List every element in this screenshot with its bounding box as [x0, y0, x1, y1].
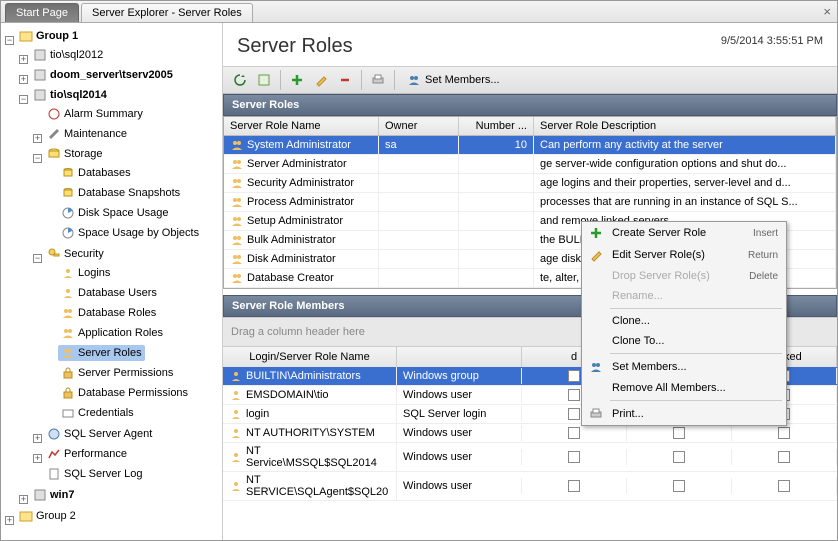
- expand-toggle[interactable]: −: [19, 95, 28, 104]
- tree-server[interactable]: tio\sql2012: [30, 47, 106, 63]
- checkbox[interactable]: [778, 480, 790, 492]
- role-icon: [230, 157, 244, 171]
- role-icon: [230, 138, 244, 152]
- ctx-clone[interactable]: Clone...: [582, 311, 786, 331]
- tree-server[interactable]: tio\sql2014: [30, 87, 110, 103]
- tree-group1[interactable]: Group 1: [16, 28, 81, 44]
- role-icon: [230, 195, 244, 209]
- tree-item[interactable]: Server Permissions: [58, 365, 176, 381]
- add-button[interactable]: [286, 69, 308, 91]
- tree-panel: −Group 1 +tio\sql2012 +doom_server\tserv…: [1, 23, 223, 540]
- checkbox[interactable]: [568, 408, 580, 420]
- table-row[interactable]: Server Administratorge server-wide confi…: [224, 155, 836, 174]
- table-row[interactable]: NT AUTHORITY\SYSTEMWindows user: [223, 424, 837, 443]
- col-header-desc[interactable]: Server Role Description: [534, 117, 836, 135]
- tree-security[interactable]: Security: [44, 246, 107, 262]
- close-icon[interactable]: ×: [823, 4, 831, 19]
- tree-storage[interactable]: Storage: [44, 146, 106, 162]
- checkbox[interactable]: [673, 427, 685, 439]
- expand-toggle[interactable]: +: [19, 75, 28, 84]
- expand-toggle[interactable]: +: [33, 434, 42, 443]
- set-members-button[interactable]: Set Members...: [400, 69, 507, 91]
- ctx-rename: Rename...: [582, 286, 786, 306]
- table-row[interactable]: NT Service\MSSQL$SQL2014Windows user: [223, 443, 837, 472]
- user-icon: [229, 388, 243, 402]
- tree-item[interactable]: Database Permissions: [58, 385, 191, 401]
- checkbox[interactable]: [568, 451, 580, 463]
- role-icon: [230, 271, 244, 285]
- tree-server[interactable]: win7: [30, 487, 77, 503]
- tree-item[interactable]: Logins: [58, 265, 113, 281]
- user-icon: [229, 407, 243, 421]
- print-button[interactable]: [367, 69, 389, 91]
- col-header-owner[interactable]: Owner: [379, 117, 459, 135]
- tree-agent[interactable]: SQL Server Agent: [44, 426, 155, 442]
- user-icon: [229, 479, 243, 493]
- user-icon: [229, 369, 243, 383]
- checkbox[interactable]: [568, 370, 580, 382]
- checkbox[interactable]: [778, 427, 790, 439]
- checkbox[interactable]: [568, 427, 580, 439]
- tree-item[interactable]: Application Roles: [58, 325, 166, 341]
- ctx-drop: Drop Server Role(s)Delete: [582, 266, 786, 286]
- col-header-number[interactable]: Number ...: [459, 117, 534, 135]
- tree-perf[interactable]: Performance: [44, 446, 130, 462]
- tree-group2[interactable]: Group 2: [16, 508, 79, 524]
- tree-item[interactable]: Database Users: [58, 285, 160, 301]
- tree-item[interactable]: Disk Space Usage: [58, 205, 172, 221]
- role-icon: [230, 233, 244, 247]
- table-row[interactable]: NT SERVICE\SQLAgent$SQL20Windows user: [223, 472, 837, 501]
- tab-server-explorer[interactable]: Server Explorer - Server Roles: [81, 3, 253, 22]
- tree-item[interactable]: Database Roles: [58, 305, 159, 321]
- export-button[interactable]: [253, 69, 275, 91]
- timestamp: 9/5/2014 3:55:51 PM: [721, 35, 823, 47]
- expand-toggle[interactable]: +: [19, 55, 28, 64]
- edit-button[interactable]: [310, 69, 332, 91]
- tree-alarm[interactable]: Alarm Summary: [44, 106, 146, 122]
- checkbox[interactable]: [568, 480, 580, 492]
- ctx-print[interactable]: Print...: [582, 403, 786, 425]
- checkbox[interactable]: [778, 451, 790, 463]
- col-header-name[interactable]: Server Role Name: [224, 117, 379, 135]
- delete-button[interactable]: [334, 69, 356, 91]
- table-row[interactable]: Security Administratorage logins and the…: [224, 174, 836, 193]
- ctx-create[interactable]: Create Server RoleInsert: [582, 222, 786, 244]
- ctx-edit[interactable]: Edit Server Role(s)Return: [582, 244, 786, 266]
- col-header-type[interactable]: [397, 347, 522, 367]
- context-menu: Create Server RoleInsert Edit Server Rol…: [581, 221, 787, 426]
- expand-toggle[interactable]: −: [33, 254, 42, 263]
- tree-log[interactable]: SQL Server Log: [44, 466, 145, 482]
- toolbar: Set Members...: [223, 66, 837, 94]
- refresh-button[interactable]: [229, 69, 251, 91]
- tree-item[interactable]: Space Usage by Objects: [58, 225, 202, 241]
- user-icon: [229, 426, 243, 440]
- expand-toggle[interactable]: +: [33, 134, 42, 143]
- tree-server[interactable]: doom_server\tserv2005: [30, 67, 176, 83]
- col-header-login[interactable]: Login/Server Role Name: [223, 347, 397, 367]
- tree-item[interactable]: Credentials: [58, 405, 137, 421]
- role-icon: [230, 214, 244, 228]
- role-icon: [230, 176, 244, 190]
- ctx-set-members[interactable]: Set Members...: [582, 356, 786, 378]
- ctx-remove-all[interactable]: Remove All Members...: [582, 378, 786, 398]
- checkbox[interactable]: [568, 389, 580, 401]
- table-row[interactable]: Process Administratorprocesses that are …: [224, 193, 836, 212]
- expand-toggle[interactable]: +: [19, 495, 28, 504]
- ctx-cloneto[interactable]: Clone To...: [582, 331, 786, 351]
- tree-item[interactable]: Databases: [58, 165, 134, 181]
- user-icon: [229, 450, 243, 464]
- expand-toggle[interactable]: +: [5, 516, 14, 525]
- checkbox[interactable]: [673, 480, 685, 492]
- expand-toggle[interactable]: −: [5, 36, 14, 45]
- tab-start-page[interactable]: Start Page: [5, 3, 79, 22]
- tree-server-roles[interactable]: Server Roles: [58, 345, 145, 361]
- tree-maintenance[interactable]: Maintenance: [44, 126, 130, 142]
- tree-item[interactable]: Database Snapshots: [58, 185, 183, 201]
- checkbox[interactable]: [673, 451, 685, 463]
- role-icon: [230, 252, 244, 266]
- table-row[interactable]: System Administratorsa10Can perform any …: [224, 136, 836, 155]
- expand-toggle[interactable]: −: [33, 154, 42, 163]
- expand-toggle[interactable]: +: [33, 454, 42, 463]
- roles-panel-title: Server Roles: [223, 94, 837, 116]
